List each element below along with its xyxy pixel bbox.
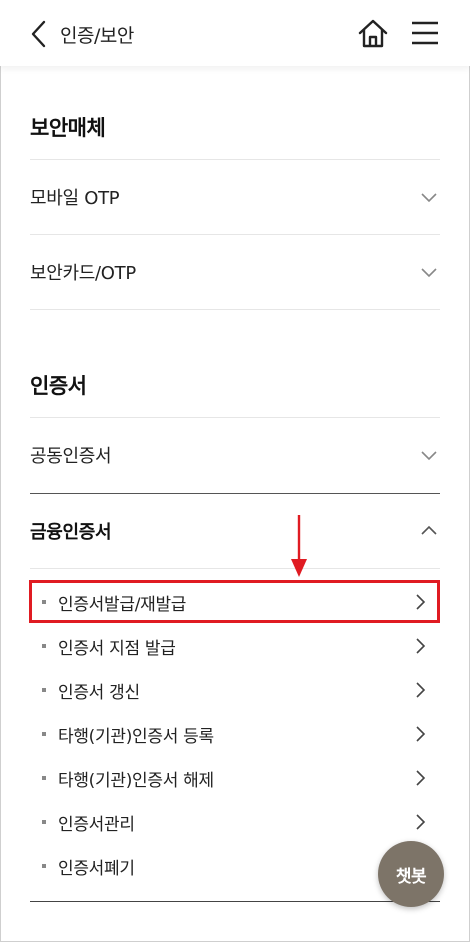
accordion-label: 보안카드/OTP [30,263,136,284]
chevron-right-icon [416,726,426,742]
divider [30,309,440,310]
accordion-joint-certificate[interactable]: 공동인증서 [30,417,440,492]
chevron-right-icon [416,594,426,610]
submenu-label: 인증서 갱신 [58,682,140,703]
chevron-up-icon [421,525,437,535]
accordion-financial-certificate[interactable]: 금융인증서 [30,493,440,568]
chevron-right-icon [416,814,426,830]
chevron-left-icon [31,20,46,48]
menu-button[interactable] [411,20,439,46]
app-header: 인증/보안 [0,0,470,66]
bullet [42,864,46,868]
submenu-item-issue-reissue[interactable]: 인증서발급/재발급 [30,582,440,622]
home-icon [358,19,388,48]
hamburger-menu-icon [412,21,438,45]
page-title: 인증/보안 [60,25,134,47]
chevron-right-icon [416,770,426,786]
annotation-arrow-icon [291,515,307,577]
bullet [42,644,46,648]
chatbot-button[interactable]: 챗봇 [378,841,444,907]
submenu-item-branch-issue[interactable]: 인증서 지점 발급 [30,626,440,666]
section-title-security-media: 보안매체 [30,116,106,140]
bottom-divider [30,901,440,902]
bullet [42,776,46,780]
submenu-item-manage[interactable]: 인증서관리 [30,802,440,842]
submenu-label: 인증서관리 [58,814,135,835]
accordion-security-card-otp[interactable]: 보안카드/OTP [30,234,440,309]
submenu-item-other-bank-unregister[interactable]: 타행(기관)인증서 해제 [30,758,440,798]
submenu-label: 인증서폐기 [58,858,135,879]
section-title-certificate: 인증서 [30,374,87,398]
submenu-label: 타행(기관)인증서 등록 [58,726,214,747]
bullet [42,688,46,692]
accordion-label: 공동인증서 [30,446,112,467]
chevron-right-icon [416,682,426,698]
accordion-label: 금융인증서 [30,522,112,543]
back-button[interactable] [28,19,52,49]
submenu-label: 인증서발급/재발급 [58,594,187,615]
submenu-item-renew[interactable]: 인증서 갱신 [30,670,440,710]
accordion-mobile-otp[interactable]: 모바일 OTP [30,159,440,234]
bullet [42,820,46,824]
submenu-label: 인증서 지점 발급 [58,638,176,659]
bullet [42,732,46,736]
submenu-item-other-bank-register[interactable]: 타행(기관)인증서 등록 [30,714,440,754]
home-button[interactable] [357,18,389,50]
divider [30,568,440,569]
chevron-down-icon [421,451,437,461]
accordion-label: 모바일 OTP [30,188,120,209]
submenu-label: 타행(기관)인증서 해제 [58,770,214,791]
chevron-down-icon [421,268,437,278]
bullet [42,600,46,604]
chevron-right-icon [416,638,426,654]
chevron-down-icon [421,193,437,203]
